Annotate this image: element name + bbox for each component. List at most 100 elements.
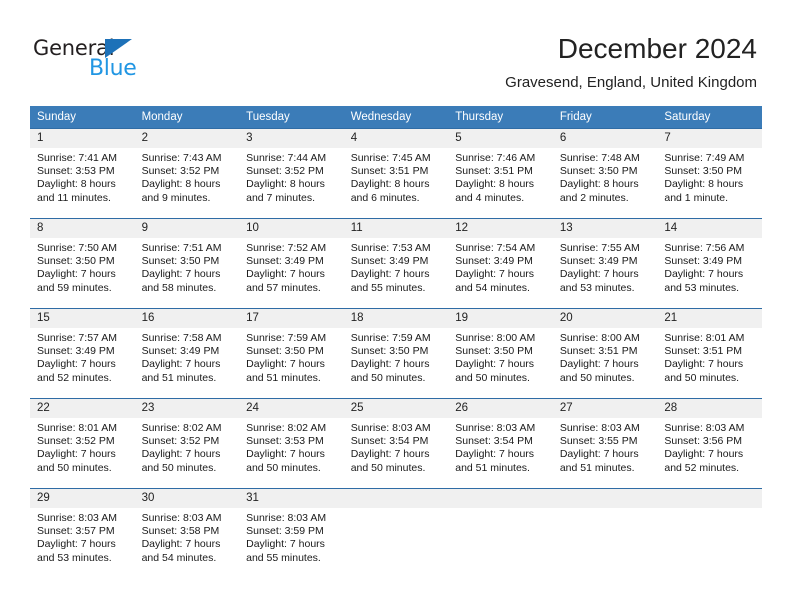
day-cell[interactable]: 4 Sunrise: 7:45 AM Sunset: 3:51 PM Daylight… (343, 128, 449, 219)
day-cell[interactable]: 10 Sunrise: 7:52 AM Sunset: 3:49 PM Dayligh… (239, 218, 344, 309)
day-cell[interactable]: 15 Sunrise: 7:57 AM Sunset: 3:49 PM Dayligh… (30, 308, 135, 399)
day-cell[interactable]: 5 Sunrise: 7:46 AM Sunset: 3:51 PM Daylight… (448, 128, 553, 219)
daylight-text-line2: and 59 minutes. (37, 281, 112, 294)
day-number: 17 (239, 309, 344, 328)
daylight-text-line2: and 54 minutes. (141, 551, 217, 564)
day-details: Sunrise: 8:03 AM Sunset: 3:59 PM Daylight:… (239, 508, 344, 565)
day-cell[interactable]: 1 Sunrise: 7:41 AM Sunset: 3:53 PM Daylight… (30, 128, 135, 219)
day-cell[interactable]: 9 Sunrise: 7:51 AM Sunset: 3:50 PM Daylight… (134, 218, 240, 309)
day-details: Sunrise: 7:43 AM Sunset: 3:52 PM Daylight:… (135, 148, 240, 205)
sunrise-text: Sunrise: 7:55 AM (559, 242, 640, 254)
day-cell[interactable]: 25 Sunrise: 8:03 AM Sunset: 3:54 PM Dayligh… (343, 398, 449, 489)
daylight-text-line1: Daylight: 8 hours (559, 178, 639, 191)
daylight-text-line2: and 52 minutes. (37, 371, 112, 384)
sunset-text: Sunset: 3:59 PM (246, 525, 324, 538)
daylight-text-line1: Daylight: 7 hours (246, 268, 325, 281)
day-details: Sunrise: 7:53 AM Sunset: 3:49 PM Daylight:… (344, 238, 449, 295)
calendar-week-row: 8 Sunrise: 7:50 AM Sunset: 3:50 PM Daylight… (30, 218, 762, 309)
day-cell[interactable]: 16 Sunrise: 7:58 AM Sunset: 3:49 PM Dayligh… (134, 308, 240, 399)
day-cell[interactable]: 6 Sunrise: 7:48 AM Sunset: 3:50 PM Daylight… (552, 128, 658, 219)
weekday-header-monday: Monday (134, 106, 240, 129)
day-cell[interactable]: 27 Sunrise: 8:03 AM Sunset: 3:55 PM Dayligh… (552, 398, 658, 489)
daylight-text-line2: and 50 minutes. (664, 371, 740, 384)
day-cell[interactable]: 17 Sunrise: 7:59 AM Sunset: 3:50 PM Dayligh… (239, 308, 344, 399)
day-cell[interactable]: 29 Sunrise: 8:03 AM Sunset: 3:57 PM Dayligh… (30, 488, 135, 578)
day-cell[interactable]: 21 Sunrise: 8:01 AM Sunset: 3:51 PM Dayligh… (657, 308, 762, 399)
day-number: 25 (343, 399, 449, 418)
day-cell[interactable]: 28 Sunrise: 8:03 AM Sunset: 3:56 PM Dayligh… (657, 398, 762, 489)
daylight-text-line1: Daylight: 7 hours (37, 268, 116, 281)
day-number: 11 (343, 219, 449, 238)
day-details: Sunrise: 8:03 AM Sunset: 3:56 PM Daylight:… (657, 418, 762, 475)
calendar-week-row: 29 Sunrise: 8:03 AM Sunset: 3:57 PM Dayligh… (30, 488, 762, 578)
daylight-text-line1: Daylight: 7 hours (141, 538, 221, 551)
sunrise-text: Sunrise: 7:56 AM (664, 242, 745, 254)
day-details: Sunrise: 8:02 AM Sunset: 3:52 PM Daylight:… (135, 418, 240, 475)
day-cell[interactable]: 30 Sunrise: 8:03 AM Sunset: 3:58 PM Dayligh… (134, 488, 240, 578)
daylight-text-line1: Daylight: 7 hours (664, 268, 744, 281)
sunset-text: Sunset: 3:51 PM (559, 345, 638, 358)
day-cell[interactable]: 23 Sunrise: 8:02 AM Sunset: 3:52 PM Dayligh… (134, 398, 240, 489)
general-blue-logo[interactable]: General Blue (33, 36, 163, 82)
day-cell[interactable]: 31 Sunrise: 8:03 AM Sunset: 3:59 PM Dayligh… (239, 488, 344, 578)
sunset-text: Sunset: 3:52 PM (141, 165, 220, 178)
day-cell-empty (552, 488, 658, 578)
day-number: 20 (552, 309, 658, 328)
day-cell[interactable]: 12 Sunrise: 7:54 AM Sunset: 3:49 PM Dayligh… (448, 218, 553, 309)
day-cell[interactable]: 24 Sunrise: 8:02 AM Sunset: 3:53 PM Dayligh… (239, 398, 344, 489)
daylight-text-line2: and 50 minutes. (37, 461, 112, 474)
day-cell-empty (448, 488, 553, 578)
daylight-text-line1: Daylight: 8 hours (350, 178, 430, 191)
daylight-text-line2: and 51 minutes. (141, 371, 217, 384)
day-cell[interactable]: 8 Sunrise: 7:50 AM Sunset: 3:50 PM Daylight… (30, 218, 135, 309)
day-number: 1 (30, 129, 135, 148)
day-cell[interactable]: 2 Sunrise: 7:43 AM Sunset: 3:52 PM Daylight… (134, 128, 240, 219)
day-cell[interactable]: 26 Sunrise: 8:03 AM Sunset: 3:54 PM Dayligh… (448, 398, 553, 489)
daylight-text-line1: Daylight: 7 hours (246, 448, 325, 461)
daylight-text-line2: and 51 minutes. (455, 461, 530, 474)
sunset-text: Sunset: 3:51 PM (664, 345, 743, 358)
day-number: 7 (657, 129, 762, 148)
daylight-text-line2: and 50 minutes. (141, 461, 217, 474)
day-details: Sunrise: 7:41 AM Sunset: 3:53 PM Daylight:… (30, 148, 135, 205)
daylight-text-line2: and 50 minutes. (350, 371, 426, 384)
sunrise-text: Sunrise: 8:01 AM (37, 422, 117, 434)
day-cell[interactable]: 19 Sunrise: 8:00 AM Sunset: 3:50 PM Dayligh… (448, 308, 553, 399)
day-cell[interactable]: 22 Sunrise: 8:01 AM Sunset: 3:52 PM Dayligh… (30, 398, 135, 489)
sunrise-text: Sunrise: 8:03 AM (664, 422, 745, 434)
sunset-text: Sunset: 3:49 PM (246, 255, 324, 268)
day-cell[interactable]: 7 Sunrise: 7:49 AM Sunset: 3:50 PM Daylight… (657, 128, 762, 219)
calendar-body: 1 Sunrise: 7:41 AM Sunset: 3:53 PM Daylight… (30, 128, 762, 578)
sunrise-text: Sunrise: 7:59 AM (350, 332, 431, 344)
day-cell[interactable]: 14 Sunrise: 7:56 AM Sunset: 3:49 PM Dayligh… (657, 218, 762, 309)
sunset-text: Sunset: 3:53 PM (246, 435, 324, 448)
day-details: Sunrise: 7:51 AM Sunset: 3:50 PM Daylight:… (135, 238, 240, 295)
day-cell[interactable]: 20 Sunrise: 8:00 AM Sunset: 3:51 PM Dayligh… (552, 308, 658, 399)
day-details (344, 508, 449, 512)
day-details: Sunrise: 8:02 AM Sunset: 3:53 PM Daylight:… (239, 418, 344, 475)
day-number: 8 (30, 219, 135, 238)
daylight-text-line2: and 55 minutes. (246, 551, 321, 564)
daylight-text-line1: Daylight: 7 hours (350, 268, 430, 281)
day-details: Sunrise: 7:48 AM Sunset: 3:50 PM Daylight:… (553, 148, 658, 205)
daylight-text-line2: and 55 minutes. (350, 281, 426, 294)
sunset-text: Sunset: 3:50 PM (455, 345, 533, 358)
daylight-text-line2: and 50 minutes. (455, 371, 530, 384)
day-cell[interactable]: 11 Sunrise: 7:53 AM Sunset: 3:49 PM Dayligh… (343, 218, 449, 309)
daylight-text-line1: Daylight: 8 hours (246, 178, 325, 191)
sunrise-text: Sunrise: 8:03 AM (37, 512, 117, 524)
day-cell[interactable]: 13 Sunrise: 7:55 AM Sunset: 3:49 PM Dayligh… (552, 218, 658, 309)
day-number: 26 (448, 399, 553, 418)
day-number: 28 (657, 399, 762, 418)
day-cell[interactable]: 3 Sunrise: 7:44 AM Sunset: 3:52 PM Daylight… (239, 128, 344, 219)
sunrise-text: Sunrise: 7:58 AM (141, 332, 222, 344)
daylight-text-line1: Daylight: 8 hours (37, 178, 116, 191)
daylight-text-line1: Daylight: 7 hours (455, 448, 535, 461)
sunrise-text: Sunrise: 7:59 AM (246, 332, 327, 344)
calendar-table: Sunday Monday Tuesday Wednesday Thursday… (30, 106, 762, 578)
day-details (553, 508, 658, 512)
day-cell[interactable]: 18 Sunrise: 7:59 AM Sunset: 3:50 PM Dayligh… (343, 308, 449, 399)
day-details: Sunrise: 7:49 AM Sunset: 3:50 PM Daylight:… (657, 148, 762, 205)
sunset-text: Sunset: 3:50 PM (350, 345, 429, 358)
sunset-text: Sunset: 3:58 PM (141, 525, 220, 538)
